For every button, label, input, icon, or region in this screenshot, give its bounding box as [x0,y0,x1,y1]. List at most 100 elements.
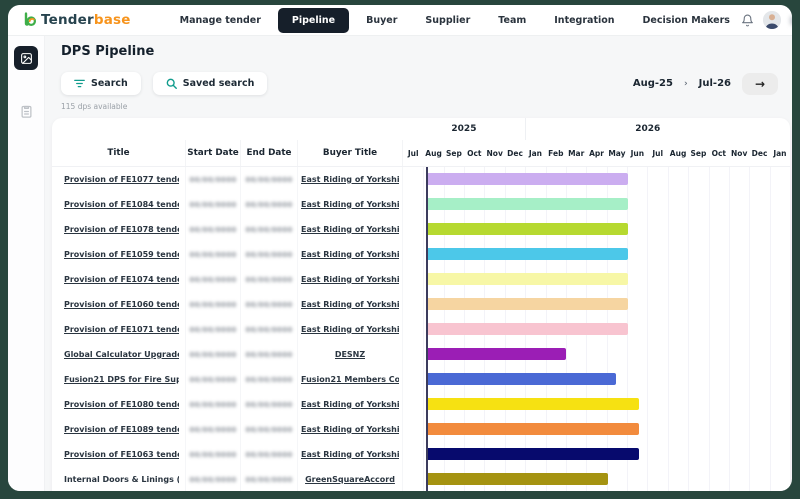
main-nav: Manage tender Pipeline Buyer Supplier Team In… [169,8,741,33]
buyer-link[interactable]: East Riding of Yorkshire Council [301,200,399,210]
title-link[interactable]: Provision of FE1060 tendered under... [64,300,179,310]
gantt-lane [403,367,790,392]
gantt-bar[interactable] [426,423,639,435]
redacted-start-date: 00/00/0000 [189,451,236,459]
range-end-label[interactable]: Jul-26 [699,78,731,89]
title-link[interactable]: Provision of FE1063 tendered under ... [64,450,179,460]
cell-title: Provision of FE1059 tendered under... [52,242,186,267]
column-header-title[interactable]: Title [52,140,186,166]
sidebar-item-documents[interactable] [17,102,35,120]
buyer-link[interactable]: East Riding of Yorkshire Council [301,450,399,460]
brand-logo[interactable]: Tenderbase [22,12,131,28]
nav-item-buyer[interactable]: Buyer [355,9,408,32]
bell-icon[interactable] [741,14,754,27]
next-period-button[interactable]: → [742,73,778,95]
redacted-end-date: 00/00/0000 [245,351,292,359]
cell-start-date: 00/00/0000 [186,417,241,442]
redacted-start-date: 00/00/0000 [189,351,236,359]
gantt-bar[interactable] [426,273,628,285]
buyer-link[interactable]: Fusion21 Members Consortium [301,375,399,385]
buyer-link[interactable]: East Riding of Yorkshire Council [301,225,399,235]
table-row: Internal Doors & Linings (DPS) - Per...0… [52,467,790,491]
gantt-bar[interactable] [426,348,566,360]
redacted-end-date: 00/00/0000 [245,476,292,484]
redacted-end-date: 00/00/0000 [245,201,292,209]
gantt-lane [403,317,790,342]
nav-item-integration[interactable]: Integration [543,9,625,32]
title-link[interactable]: Global Calculator Upgrade [64,350,179,360]
buyer-link[interactable]: East Riding of Yorkshire Council [301,425,399,435]
nav-item-pipeline[interactable]: Pipeline [278,8,349,33]
gantt-bar[interactable] [426,198,628,210]
cell-title: Provision of FE1080 tendered under... [52,392,186,417]
title-link[interactable]: Provision of FE1077 tendered under ... [64,175,179,185]
title-link[interactable]: Fusion21 DPS for Fire Suppression S... [64,375,179,385]
nav-item-decision-makers[interactable]: Decision Makers [632,9,741,32]
gantt-lane [403,467,790,491]
table-row: Fusion21 DPS for Fire Suppression S... 00… [52,367,790,392]
column-header-end-date[interactable]: End Date [241,140,298,166]
range-start-label[interactable]: Aug-25 [633,78,673,89]
gantt-bar[interactable] [426,173,628,185]
cell-buyer: East Riding of Yorkshire Council [298,217,403,242]
gantt-bar[interactable] [426,223,628,235]
redacted-end-date: 00/00/0000 [245,276,292,284]
month-label: Aug [423,140,443,166]
buyer-link[interactable]: East Riding of Yorkshire Council [301,325,399,335]
month-label: Aug [668,140,688,166]
title-link[interactable]: Provision of FE1074 tendered under ... [64,275,179,285]
month-label: Sep [688,140,708,166]
gantt-lane [403,167,790,192]
cell-title: Provision of FE1077 tendered under ... [52,167,186,192]
buyer-link[interactable]: East Riding of Yorkshire Council [301,300,399,310]
title-link[interactable]: Provision of FE1084 tendered under... [64,200,179,210]
top-navbar: Tenderbase Manage tender Pipeline Buyer Sup… [8,5,792,36]
clipboard-icon [19,104,34,119]
gantt-bar[interactable] [426,398,639,410]
table-row: Provision of FE1089 tendered under... 00/… [52,417,790,442]
title-link[interactable]: Provision of FE1078 tendered under ... [64,225,179,235]
title-link[interactable]: Provision of FE1071 tendered under ... [64,325,179,335]
avatar[interactable] [763,11,781,29]
search-icon [166,78,177,89]
chevron-right-icon: › [684,79,688,89]
title-link[interactable]: Provision of FE1059 tendered under... [64,250,179,260]
sidebar-item-pipeline-view[interactable] [14,46,38,70]
column-header-buyer-title[interactable]: Buyer Title [298,140,403,166]
gantt-bar[interactable] [426,448,639,460]
buyer-link[interactable]: DESNZ [335,350,365,360]
gantt-lane [403,242,790,267]
cell-end-date: 00/00/0000 [241,242,298,267]
nav-item-supplier[interactable]: Supplier [414,9,481,32]
buyer-link[interactable]: East Riding of Yorkshire Council [301,250,399,260]
gantt-bar[interactable] [426,373,616,385]
cell-buyer: East Riding of Yorkshire Council [298,242,403,267]
redacted-end-date: 00/00/0000 [245,401,292,409]
redacted-start-date: 00/00/0000 [189,376,236,384]
nav-item-team[interactable]: Team [487,9,537,32]
cell-start-date: 00/00/0000 [186,392,241,417]
redacted-start-date: 00/00/0000 [189,426,236,434]
gantt-bar[interactable] [426,248,628,260]
search-button[interactable]: Search [61,72,141,95]
cell-buyer: East Riding of Yorkshire Council [298,292,403,317]
buyer-link[interactable]: East Riding of Yorkshire Council [301,275,399,285]
saved-search-button[interactable]: Saved search [153,72,268,95]
filter-icon [74,79,85,88]
cell-end-date: 00/00/0000 [241,392,298,417]
gantt-bar[interactable] [426,298,628,310]
buyer-link[interactable]: East Riding of Yorkshire Council [301,175,399,185]
redacted-end-date: 00/00/0000 [245,376,292,384]
year-groups: 20252026 [403,118,790,140]
month-label: Oct [464,140,484,166]
buyer-link[interactable]: GreenSquareAccord [305,475,395,485]
column-header-start-date[interactable]: Start Date [186,140,241,166]
month-label: Sep [444,140,464,166]
nav-item-manage-tender[interactable]: Manage tender [169,9,272,32]
gantt-bar[interactable] [426,473,608,485]
title-link[interactable]: Provision of FE1089 tendered under... [64,425,179,435]
title-link[interactable]: Provision of FE1080 tendered under... [64,400,179,410]
gantt-bar[interactable] [426,323,628,335]
buyer-link[interactable]: East Riding of Yorkshire Council [301,400,399,410]
gantt-lane [403,442,790,467]
